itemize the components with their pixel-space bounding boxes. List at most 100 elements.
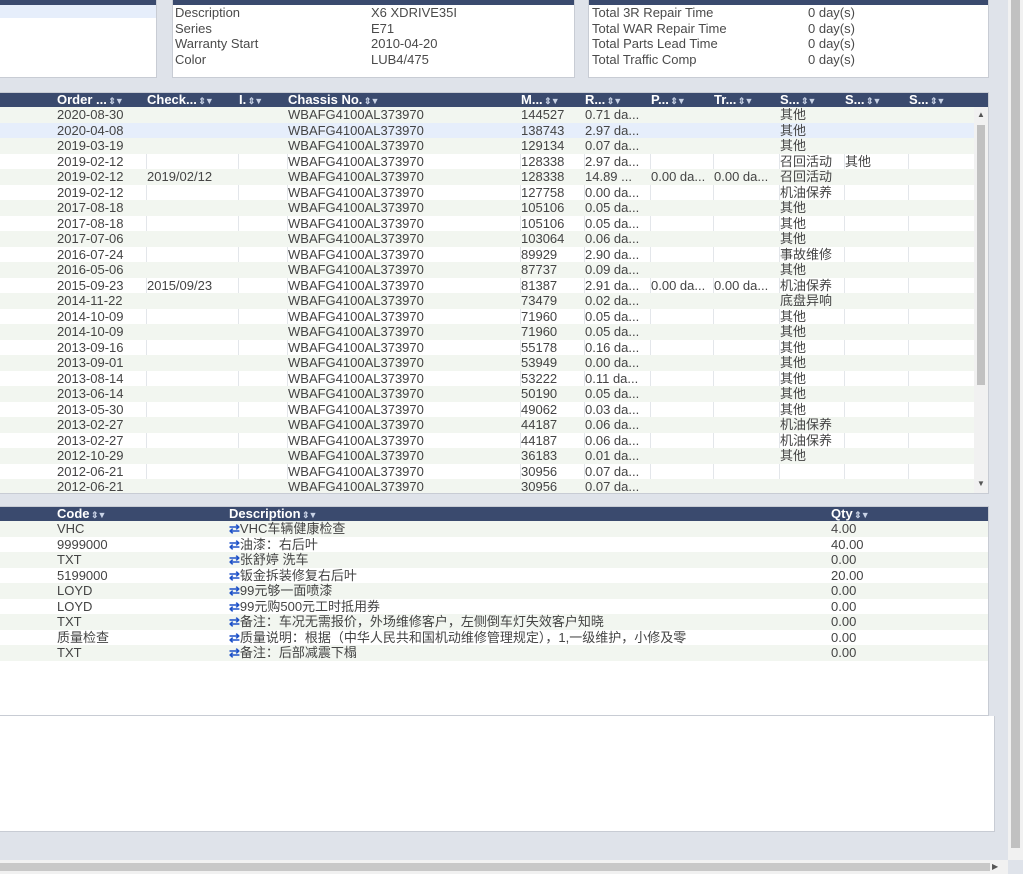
orders-col-header[interactable]: Order ... ⇕▼ <box>57 93 145 107</box>
info-row: Warranty Start 2010-04-20 <box>175 36 570 52</box>
table-row[interactable]: 2013-08-14 WBAFG4100AL373970 53222 0.11 da.… <box>0 371 974 387</box>
swap-arrows-icon[interactable]: ⇄ <box>229 599 240 614</box>
table-row[interactable]: 2019-02-12 WBAFG4100AL373970 128338 2.97 da… <box>0 154 974 170</box>
scroll-right-arrow-icon[interactable]: ▶ <box>992 862 998 871</box>
swap-arrows-icon[interactable]: ⇄ <box>229 614 240 629</box>
sort-filter-icon[interactable]: ⇕▼ <box>246 96 263 106</box>
table-cell: 其他 <box>780 231 807 246</box>
orders-col-header[interactable]: S... ⇕▼ <box>909 93 971 107</box>
orders-col-header[interactable]: S... ⇕▼ <box>780 93 844 107</box>
table-row[interactable]: 2019-02-12 WBAFG4100AL373970 127758 0.00 da… <box>0 185 974 201</box>
table-cell: WBAFG4100AL373970 <box>288 246 424 262</box>
table-row[interactable]: 2012-06-21 WBAFG4100AL373970 30956 0.07 da.… <box>0 479 974 494</box>
table-cell: 其他 <box>780 401 807 417</box>
scroll-up-arrow-icon[interactable]: ▲ <box>977 110 985 119</box>
table-row[interactable]: 2014-11-22 WBAFG4100AL373970 73479 0.02 da.… <box>0 293 974 309</box>
table-row[interactable]: 2017-08-18 WBAFG4100AL373970 105106 0.05 da… <box>0 200 974 216</box>
table-row[interactable]: 2012-10-29 WBAFG4100AL373970 36183 0.01 da.… <box>0 448 974 464</box>
item-cell: ⇄钣金拆装修复右后叶 <box>229 568 829 584</box>
orders-col-label: S... <box>780 93 800 107</box>
list-item[interactable]: LOYD ⇄99元购500元工时抵用券 0.00 <box>0 598 988 615</box>
sort-filter-icon[interactable]: ⇕▼ <box>301 510 317 520</box>
list-item[interactable]: TXT ⇄备注：后部减震下榻 0.00 <box>0 645 988 661</box>
sort-filter-icon[interactable]: ⇕▼ <box>543 96 559 106</box>
table-row[interactable]: 2020-08-30 WBAFG4100AL373970 144527 0.71 da… <box>0 107 974 123</box>
page-scrollbar-thumb[interactable] <box>1011 0 1020 848</box>
scroll-down-arrow-icon[interactable]: ▼ <box>977 479 985 488</box>
sort-filter-icon[interactable]: ⇕▼ <box>669 96 685 106</box>
list-item[interactable]: VHC ⇄VHC车辆健康检查 4.00 <box>0 521 988 537</box>
table-cell: 129134 <box>521 138 565 153</box>
list-item[interactable]: 9999000 ⇄油漆：右后叶 40.00 <box>0 537 988 553</box>
swap-arrows-icon[interactable]: ⇄ <box>229 645 240 660</box>
item-cell: 0.00 <box>831 598 857 614</box>
table-cell: WBAFG4100AL373970 <box>288 479 424 494</box>
orders-col-header[interactable]: I. ⇕▼ <box>239 93 286 107</box>
items-col-header[interactable]: Description ⇕▼ <box>229 507 829 521</box>
table-cell: 2013-02-27 <box>57 417 124 432</box>
items-col-header[interactable]: Qty ⇕▼ <box>831 507 981 521</box>
table-row[interactable]: 2015-09-23 2015/09/23 WBAFG4100AL373970 813… <box>0 278 974 294</box>
table-cell: 55178 <box>521 339 558 355</box>
orders-col-header[interactable]: Tr... ⇕▼ <box>714 93 778 107</box>
table-row[interactable]: 2013-09-01 WBAFG4100AL373970 53949 0.00 da.… <box>0 355 974 371</box>
swap-arrows-icon[interactable]: ⇄ <box>229 630 240 645</box>
table-row[interactable]: 2019-02-12 2019/02/12 WBAFG4100AL373970 128… <box>0 169 974 185</box>
list-item[interactable]: 5199000 ⇄钣金拆装修复右后叶 20.00 <box>0 568 988 584</box>
table-row[interactable]: 2017-08-18 WBAFG4100AL373970 105106 0.05 da… <box>0 216 974 232</box>
table-row[interactable]: 2017-07-06 WBAFG4100AL373970 103064 0.06 da… <box>0 231 974 247</box>
horizontal-scrollbar-thumb[interactable] <box>0 863 990 871</box>
sort-filter-icon[interactable]: ⇕▼ <box>197 96 213 106</box>
orders-col-header[interactable]: Chassis No. ⇕▼ <box>288 93 518 107</box>
orders-col-header[interactable]: M... ⇕▼ <box>521 93 583 107</box>
sort-filter-icon[interactable]: ⇕▼ <box>605 96 622 106</box>
table-cell: 2013-02-27 <box>57 432 124 448</box>
table-cell: 2019-02-12 <box>57 169 124 184</box>
orders-col-header[interactable]: S... ⇕▼ <box>845 93 907 107</box>
sort-filter-icon[interactable]: ⇕▼ <box>929 96 945 106</box>
items-col-header[interactable]: Code ⇕▼ <box>57 507 227 521</box>
table-cell: 2.90 da... <box>585 246 640 262</box>
sort-filter-icon[interactable]: ⇕▼ <box>362 96 379 106</box>
swap-arrows-icon[interactable]: ⇄ <box>229 537 240 552</box>
list-item[interactable]: 质量检查 ⇄质量说明：根据（中华人民共和国机动维修管理规定），1,一级维护，小修及… <box>0 630 988 646</box>
swap-arrows-icon[interactable]: ⇄ <box>229 583 240 598</box>
orders-col-header[interactable]: R... ⇕▼ <box>585 93 649 107</box>
table-row[interactable]: 2013-02-27 WBAFG4100AL373970 44187 0.06 da.… <box>0 433 974 449</box>
orders-col-header[interactable]: Check... ⇕▼ <box>147 93 237 107</box>
table-row[interactable]: 2019-03-19 WBAFG4100AL373970 129134 0.07 da… <box>0 138 974 154</box>
table-cell: WBAFG4100AL373970 <box>288 355 424 370</box>
sort-filter-icon[interactable]: ⇕▼ <box>107 96 123 106</box>
list-item[interactable]: TXT ⇄张舒婷 洗车 0.00 <box>0 552 988 568</box>
list-item[interactable]: LOYD ⇄99元够一面喷漆 0.00 <box>0 583 988 599</box>
orders-col-header[interactable]: P... ⇕▼ <box>651 93 713 107</box>
sort-filter-icon[interactable]: ⇕▼ <box>853 510 869 520</box>
sort-filter-icon[interactable]: ⇕▼ <box>736 96 753 106</box>
table-cell: 其他 <box>780 122 807 138</box>
table-row[interactable]: 2013-05-30 WBAFG4100AL373970 49062 0.03 da.… <box>0 402 974 418</box>
table-row[interactable]: 2014-10-09 WBAFG4100AL373970 71960 0.05 da.… <box>0 309 974 325</box>
page-vertical-scrollbar[interactable] <box>1008 0 1023 860</box>
table-row[interactable]: 2013-06-14 WBAFG4100AL373970 50190 0.05 da.… <box>0 386 974 402</box>
table-row[interactable]: 2013-09-16 WBAFG4100AL373970 55178 0.16 da.… <box>0 340 974 356</box>
list-item[interactable]: TXT ⇄备注：车况无需报价，外场维修客户，左侧倒车灯失效客户知晓 0.00 <box>0 614 988 630</box>
table-cell: 0.06 da... <box>585 417 640 432</box>
table-row[interactable]: 2016-05-06 WBAFG4100AL373970 87737 0.09 da.… <box>0 262 974 278</box>
table-row[interactable]: 2012-06-21 WBAFG4100AL373970 30956 0.07 da.… <box>0 464 974 480</box>
swap-arrows-icon[interactable]: ⇄ <box>229 521 240 536</box>
table-cell: 14.89 ... <box>585 169 632 184</box>
table-cell: 0.06 da... <box>585 432 640 448</box>
table-row[interactable]: 2020-04-08 WBAFG4100AL373970 138743 2.97 da… <box>0 122 974 138</box>
swap-arrows-icon[interactable]: ⇄ <box>229 552 240 567</box>
swap-arrows-icon[interactable]: ⇄ <box>229 568 240 583</box>
orders-scrollbar-thumb[interactable] <box>977 125 985 385</box>
page-horizontal-scrollbar[interactable] <box>0 860 1008 874</box>
table-row[interactable]: 2013-02-27 WBAFG4100AL373970 44187 0.06 da.… <box>0 417 974 433</box>
orders-vertical-scrollbar[interactable]: ▲ ▼ <box>974 107 988 493</box>
sort-filter-icon[interactable]: ⇕▼ <box>865 96 881 106</box>
sort-filter-icon[interactable]: ⇕▼ <box>800 96 816 106</box>
sort-filter-icon[interactable]: ⇕▼ <box>90 510 106 520</box>
table-row[interactable]: 2016-07-24 WBAFG4100AL373970 89929 2.90 da.… <box>0 247 974 263</box>
table-row[interactable]: 2014-10-09 WBAFG4100AL373970 71960 0.05 da.… <box>0 324 974 340</box>
table-cell: 其他 <box>780 138 807 153</box>
